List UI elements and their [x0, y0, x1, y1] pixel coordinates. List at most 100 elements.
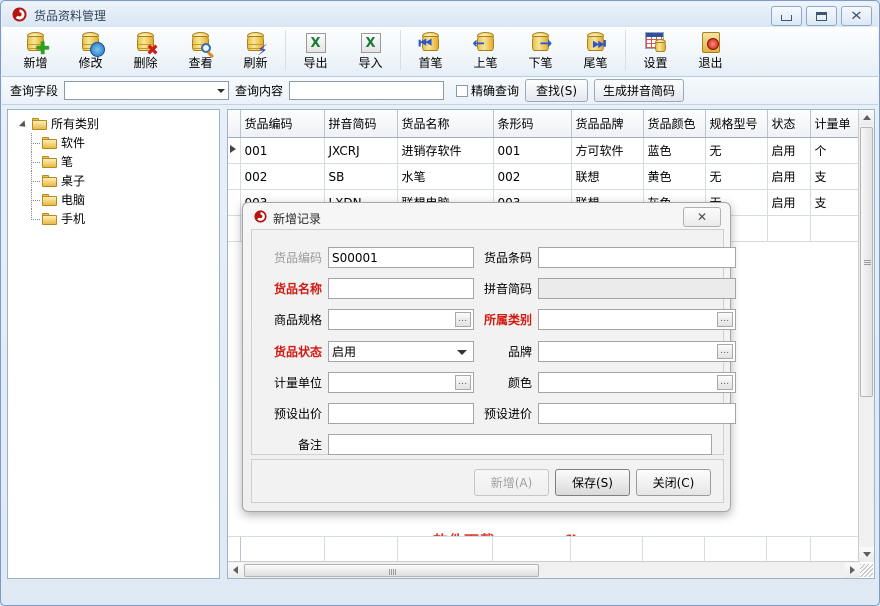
cell-spec[interactable]: 无	[705, 137, 768, 164]
column-header-code[interactable]: 货品编码	[240, 110, 325, 138]
minimize-button[interactable]	[771, 6, 802, 26]
name-field[interactable]	[328, 278, 474, 299]
cell-pinyin[interactable]: JXCRJ	[324, 137, 398, 164]
toolbar-button-view[interactable]: 查看	[173, 27, 228, 76]
grid-vertical-scrollbar[interactable]	[858, 110, 874, 562]
column-header-barcode[interactable]: 条形码	[493, 110, 572, 138]
barcode-field[interactable]	[538, 247, 736, 268]
remark-field[interactable]	[328, 434, 712, 455]
toolbar-button-prev[interactable]: ← 上笔	[458, 27, 513, 76]
toolbar-button-export[interactable]: 导出	[288, 27, 343, 76]
cell-color[interactable]: 蓝色	[643, 137, 706, 164]
scroll-right-button[interactable]	[845, 562, 860, 578]
buy-price-field[interactable]	[538, 403, 736, 424]
cell-spec[interactable]: 无	[705, 163, 768, 190]
cell-color[interactable]: 黄色	[643, 163, 706, 190]
cell-brand[interactable]: 联想	[571, 163, 644, 190]
field-row-buy-price: 预设进价	[472, 402, 736, 425]
cell-barcode[interactable]: 002	[493, 163, 572, 190]
cell-status[interactable]: 启用	[767, 137, 811, 164]
cell-status[interactable]: 启用	[767, 189, 811, 216]
row-selector[interactable]	[228, 137, 241, 164]
cell-pinyin[interactable]: SB	[324, 163, 398, 190]
toolbar-button-add[interactable]: ✚ 新增	[8, 27, 63, 76]
last-record-icon: ⏭	[583, 30, 609, 56]
cell-name[interactable]: 水笔	[397, 163, 494, 190]
toolbar-label: 导出	[303, 56, 328, 70]
cell-code[interactable]: 001	[240, 137, 325, 164]
column-header-brand[interactable]: 货品品牌	[571, 110, 644, 138]
resize-grip-icon[interactable]	[860, 564, 873, 577]
scroll-down-button[interactable]	[859, 547, 874, 562]
sale-price-field[interactable]	[328, 403, 474, 424]
toolbar-button-exit[interactable]: 退出	[683, 27, 738, 76]
table-row[interactable]: 002 SB 水笔 002 联想 黄色 无 启用 支	[228, 163, 861, 190]
horizontal-scroll-thumb[interactable]	[244, 564, 539, 577]
tree-node-pen[interactable]: 笔	[8, 143, 219, 171]
row-selector[interactable]	[228, 189, 241, 216]
expander-icon[interactable]	[20, 119, 30, 129]
tree-node-desk[interactable]: 桌子	[8, 162, 219, 190]
column-header-color[interactable]: 货品颜色	[643, 110, 706, 138]
column-header-status[interactable]: 状态	[767, 110, 811, 138]
cell-unit[interactable]: 个	[810, 137, 861, 164]
column-header-spec[interactable]: 规格型号	[705, 110, 768, 138]
column-header-pinyin[interactable]: 拼音简码	[324, 110, 398, 138]
row-selector[interactable]	[228, 163, 241, 190]
column-header-unit[interactable]: 计量单	[810, 110, 861, 138]
dialog-close-button[interactable]: ✕	[683, 207, 721, 227]
unit-picker-button[interactable]: …	[455, 375, 471, 390]
color-field[interactable]: …	[538, 372, 736, 393]
query-content-input[interactable]	[289, 81, 445, 100]
scroll-up-button[interactable]	[859, 110, 874, 125]
search-button[interactable]: 查找(S)	[525, 79, 589, 102]
cell-name[interactable]: 进销存软件	[397, 137, 494, 164]
category-tree-pane[interactable]: 所有类别 软件 笔 桌子 电脑 手机	[7, 109, 220, 579]
vertical-scroll-thumb[interactable]	[860, 127, 873, 397]
toolbar-button-settings[interactable]: 设置	[628, 27, 683, 76]
generate-pinyin-button[interactable]: 生成拼音简码	[594, 79, 685, 102]
exact-query-checkbox[interactable]	[456, 84, 469, 97]
cell-code[interactable]: 002	[240, 163, 325, 190]
dialog-save-button[interactable]: 保存(S)	[555, 469, 630, 496]
query-field-select[interactable]	[64, 81, 230, 100]
tree-node-root[interactable]: 所有类别	[8, 114, 219, 133]
cell-empty[interactable]	[810, 215, 861, 242]
column-header-name[interactable]: 货品名称	[397, 110, 494, 138]
application-window: 货品资料管理 ✕ ✚ 新增 修改 ✖ 删除 查看 ⚡ 刷新 X 导出 X 导入 …	[0, 0, 880, 606]
tree-node-software[interactable]: 软件	[8, 133, 219, 152]
scroll-left-button[interactable]	[228, 562, 243, 578]
grid-horizontal-scrollbar[interactable]	[228, 561, 860, 578]
row-selector[interactable]	[228, 215, 241, 242]
cell-status[interactable]: 启用	[767, 163, 811, 190]
spec-field[interactable]: …	[328, 309, 474, 330]
cell-brand[interactable]: 方可软件	[571, 137, 644, 164]
dialog-add-button[interactable]: 新增(A)	[474, 469, 549, 496]
tree-node-phone[interactable]: 手机	[8, 200, 219, 228]
cell-empty[interactable]	[767, 215, 811, 242]
cell-unit[interactable]: 支	[810, 189, 861, 216]
exact-query-checkbox-wrap[interactable]: 精确查询	[456, 82, 519, 99]
toolbar-button-last[interactable]: ⏭ 尾笔	[568, 27, 623, 76]
unit-field[interactable]: …	[328, 372, 474, 393]
brand-field[interactable]: …	[538, 341, 736, 362]
dialog-close-action-button[interactable]: 关闭(C)	[636, 469, 711, 496]
table-row[interactable]: 001 JXCRJ 进销存软件 001 方可软件 蓝色 无 启用 个	[228, 137, 861, 164]
category-field[interactable]: …	[538, 309, 736, 330]
spec-picker-button[interactable]: …	[455, 312, 471, 327]
tree-node-computer[interactable]: 电脑	[8, 181, 219, 209]
toolbar-button-next[interactable]: → 下笔	[513, 27, 568, 76]
toolbar-button-first[interactable]: ⏮ 首笔	[403, 27, 458, 76]
category-picker-button[interactable]: …	[717, 312, 733, 327]
close-button[interactable]: ✕	[841, 6, 872, 26]
toolbar-button-delete[interactable]: ✖ 删除	[118, 27, 173, 76]
brand-picker-button[interactable]: …	[717, 344, 733, 359]
toolbar-button-edit[interactable]: 修改	[63, 27, 118, 76]
cell-barcode[interactable]: 001	[493, 137, 572, 164]
maximize-button[interactable]	[806, 6, 837, 26]
color-picker-button[interactable]: …	[717, 375, 733, 390]
toolbar-button-refresh[interactable]: ⚡ 刷新	[228, 27, 283, 76]
toolbar-button-import[interactable]: 导入	[343, 27, 398, 76]
cell-unit[interactable]: 支	[810, 163, 861, 190]
status-dropdown[interactable]: 启用	[328, 341, 474, 362]
